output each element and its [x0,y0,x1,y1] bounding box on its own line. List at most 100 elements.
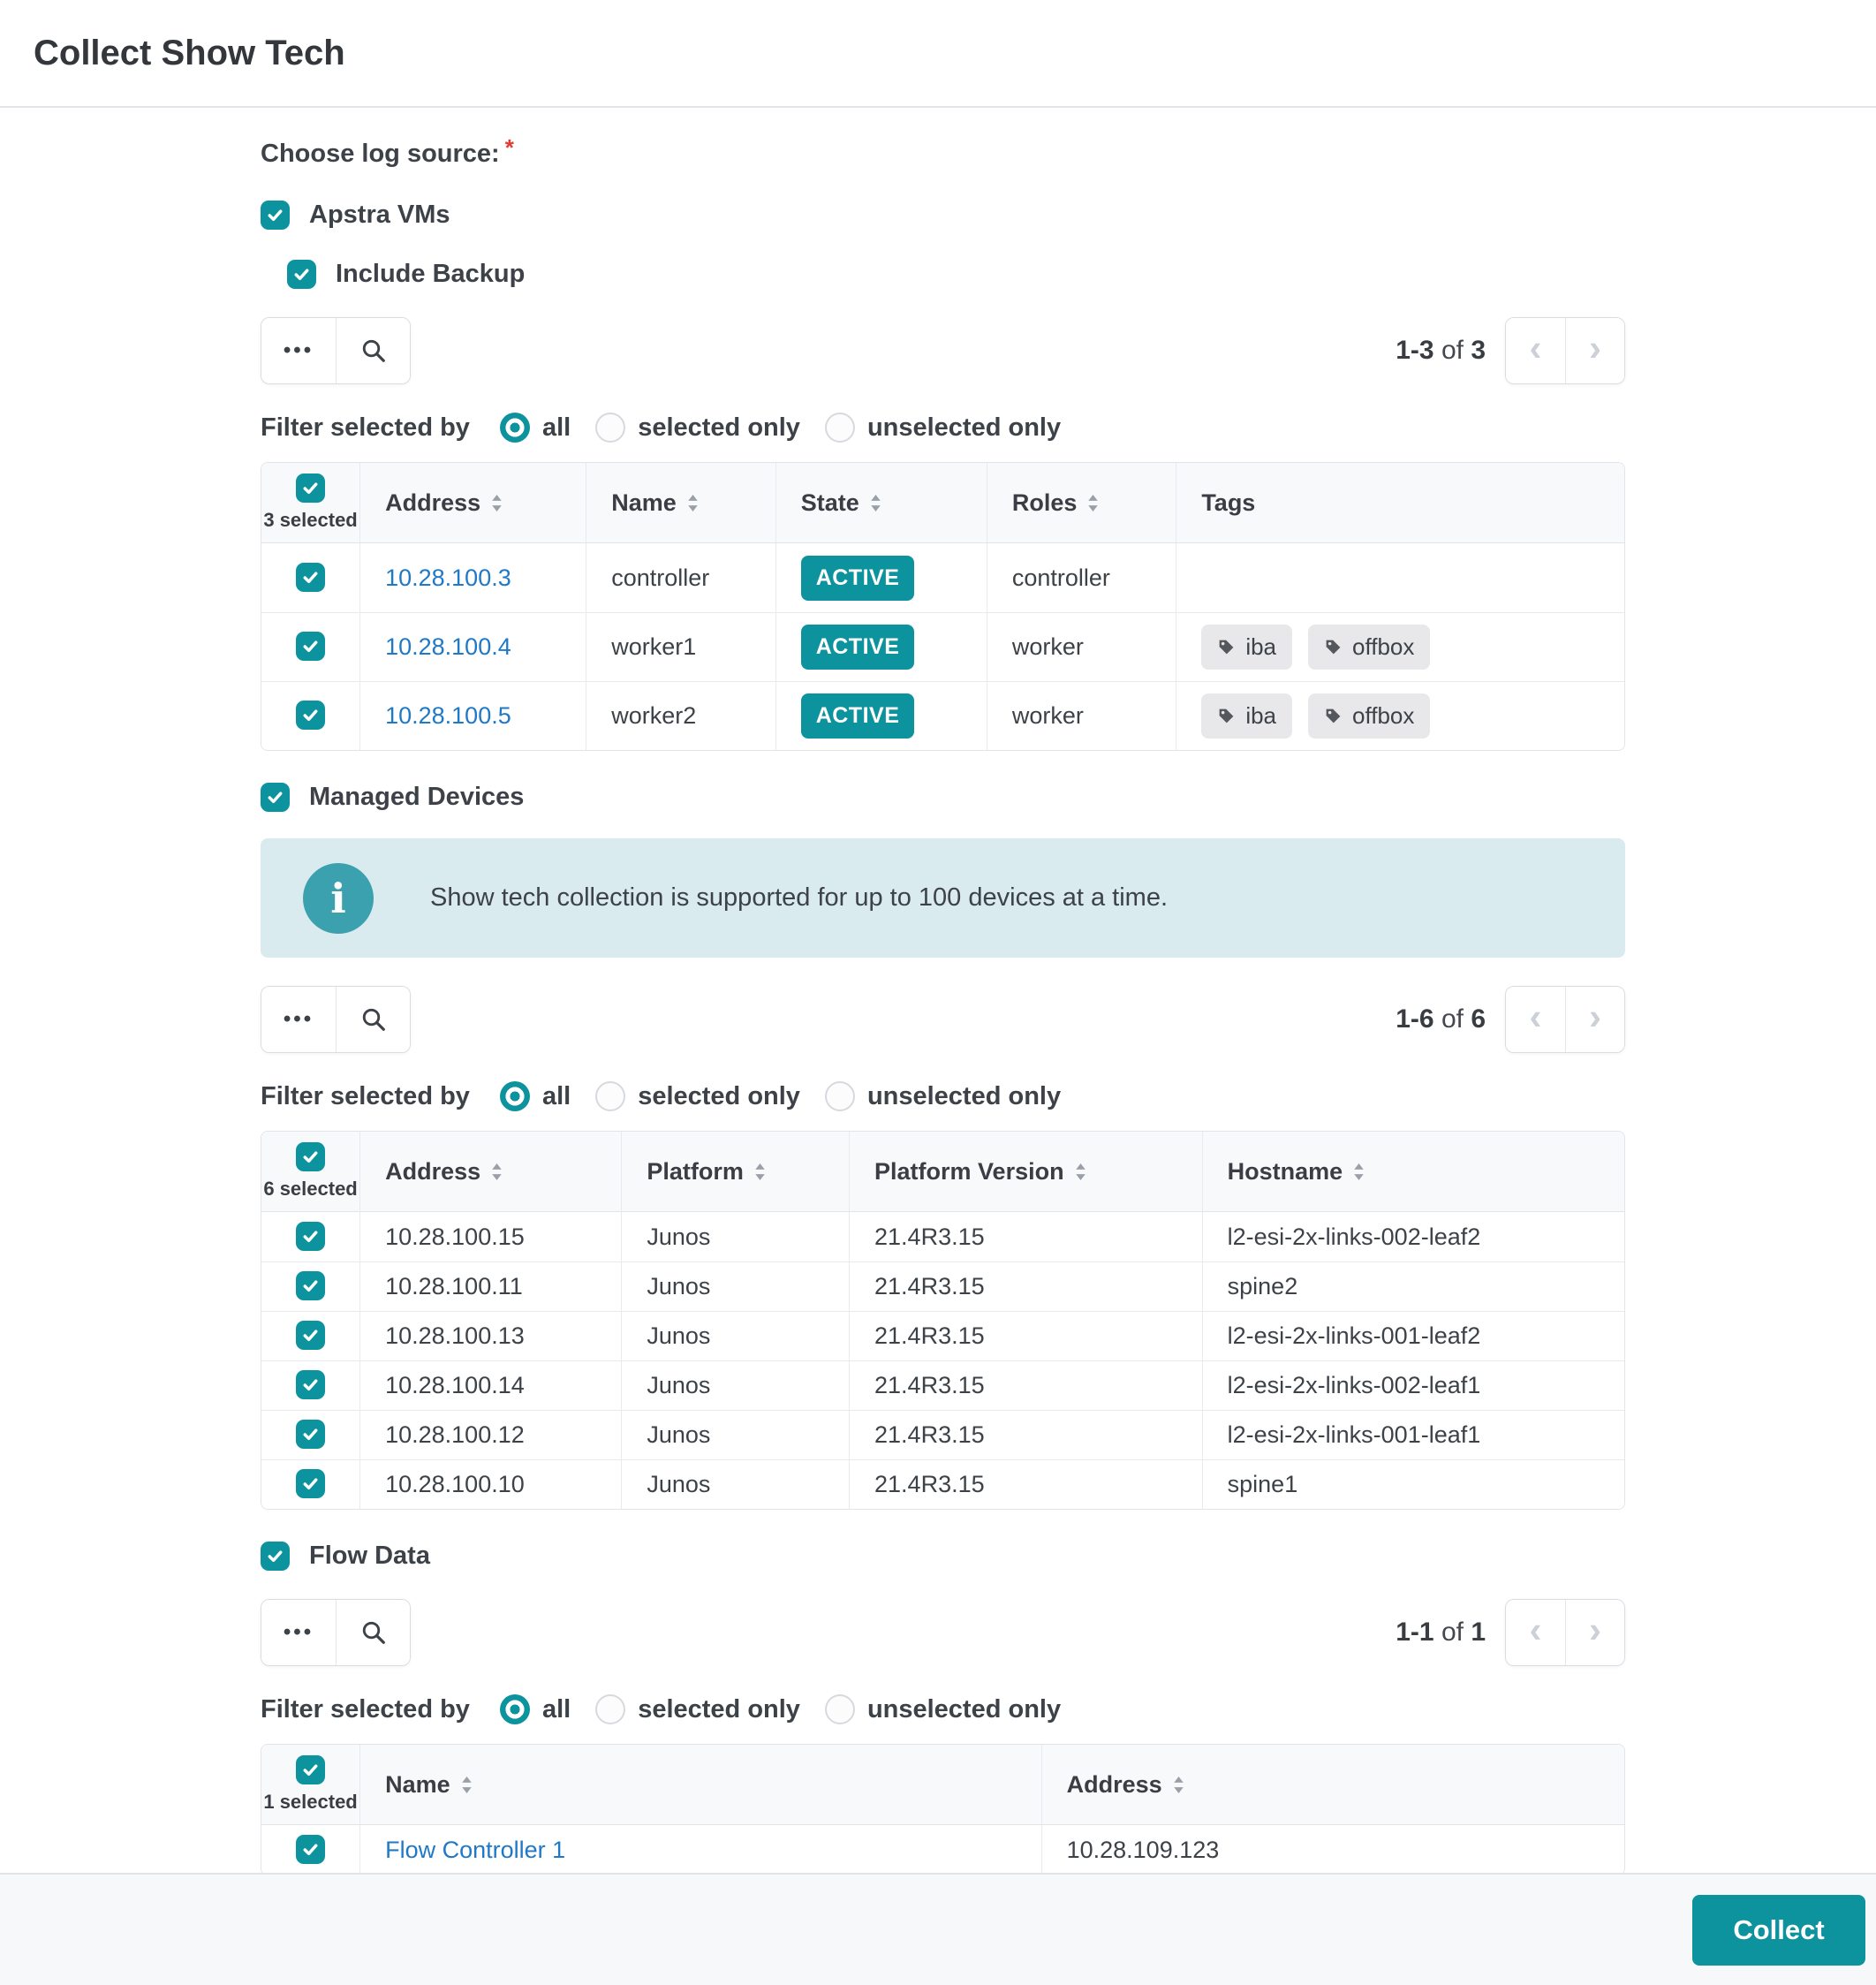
column-header-platform-version[interactable]: Platform Version [849,1132,1202,1212]
radio-all[interactable] [500,1081,530,1111]
more-actions-button[interactable]: ••• [261,987,336,1052]
check-icon [300,1375,321,1395]
column-header-name[interactable]: Name [586,463,775,543]
selected-count: 1 selected [263,1791,357,1814]
more-actions-button[interactable]: ••• [261,318,336,383]
filter-option-unselected-only[interactable]: unselected only [825,1081,1061,1111]
filter-option-all[interactable]: all [500,1694,571,1724]
column-header-name[interactable]: Name [359,1745,1041,1825]
select-all-checkbox[interactable] [296,1142,325,1171]
filter-option-selected-only[interactable]: selected only [595,1694,800,1724]
more-icon: ••• [284,1622,314,1643]
previous-page-button[interactable]: ‹ [1506,318,1565,383]
next-page-button[interactable]: › [1565,318,1624,383]
column-header-platform[interactable]: Platform [621,1132,849,1212]
address-cell: 10.28.109.123 [1041,1825,1624,1875]
filter-option-selected-only[interactable]: selected only [595,413,800,443]
tag-badge: offbox [1308,693,1430,739]
row-checkbox[interactable] [296,701,325,730]
radio-selected-only[interactable] [595,1081,625,1111]
next-page-button[interactable]: › [1565,1600,1624,1665]
platform-cell: Junos [621,1360,849,1410]
collect-button[interactable]: Collect [1692,1895,1865,1966]
managed-devices-checkbox-row: Managed Devices [261,783,1625,812]
tag-icon [1324,707,1343,725]
row-checkbox[interactable] [296,1271,325,1300]
platform-version-cell: 21.4R3.15 [849,1360,1202,1410]
row-checkbox-cell [261,1212,359,1261]
filter-label: Filter selected by [261,413,470,443]
sort-icon [1173,1776,1184,1794]
apstra-vms-checkbox[interactable] [261,201,290,230]
previous-page-button[interactable]: ‹ [1506,1600,1565,1665]
flow-data-table: 1 selected Name Address Flow Controller … [261,1744,1625,1875]
include-backup-checkbox[interactable] [287,260,316,289]
address-cell: 10.28.100.5 [359,681,586,750]
column-header-address[interactable]: Address [1041,1745,1624,1825]
flow-controller-link[interactable]: Flow Controller 1 [385,1837,565,1863]
column-header-address[interactable]: Address [359,463,586,543]
table-row: 10.28.100.14 Junos 21.4R3.15 l2-esi-2x-l… [261,1360,1624,1410]
pagination-buttons: ‹ › [1505,986,1625,1053]
footer-bar: Collect [0,1873,1876,1985]
hostname-cell: l2-esi-2x-links-002-leaf1 [1202,1360,1624,1410]
filter-option-selected-only[interactable]: selected only [595,1081,800,1111]
check-icon [300,1839,321,1860]
column-header-address[interactable]: Address [359,1132,621,1212]
row-checkbox[interactable] [296,1321,325,1350]
tags-cell [1176,543,1624,612]
address-link[interactable]: 10.28.100.5 [385,702,511,729]
filter-option-unselected-only[interactable]: unselected only [825,1694,1061,1724]
row-checkbox[interactable] [296,1222,325,1251]
flow-data-checkbox[interactable] [261,1542,290,1571]
row-checkbox[interactable] [296,632,325,661]
table-row: 10.28.100.12 Junos 21.4R3.15 l2-esi-2x-l… [261,1410,1624,1459]
hostname-cell: spine1 [1202,1459,1624,1509]
search-button[interactable] [336,318,410,383]
radio-unselected-only[interactable] [825,413,855,443]
filter-option-all[interactable]: all [500,413,571,443]
include-backup-checkbox-row: Include Backup [287,260,1625,289]
search-button[interactable] [336,987,410,1052]
row-checkbox[interactable] [296,1835,325,1864]
more-actions-button[interactable]: ••• [261,1600,336,1665]
row-checkbox[interactable] [296,1469,325,1498]
row-checkbox-cell [261,681,359,750]
managed-filter-row: Filter selected by all selected only uns… [261,1081,1625,1111]
managed-devices-checkbox[interactable] [261,783,290,812]
filter-option-all[interactable]: all [500,1081,571,1111]
row-checkbox[interactable] [296,1420,325,1449]
check-icon [300,705,321,725]
sort-icon [491,494,503,512]
table-row: 10.28.100.13 Junos 21.4R3.15 l2-esi-2x-l… [261,1311,1624,1360]
radio-selected-only[interactable] [595,1694,625,1724]
radio-unselected-only[interactable] [825,1081,855,1111]
table-row: 10.28.100.11 Junos 21.4R3.15 spine2 [261,1261,1624,1311]
address-link[interactable]: 10.28.100.4 [385,633,511,660]
search-button[interactable] [336,1600,410,1665]
select-all-checkbox[interactable] [296,1755,325,1784]
select-all-checkbox[interactable] [296,474,325,503]
column-header-hostname[interactable]: Hostname [1202,1132,1624,1212]
check-icon [300,636,321,656]
radio-all[interactable] [500,413,530,443]
address-link[interactable]: 10.28.100.3 [385,564,511,591]
chevron-left-icon: ‹ [1530,330,1542,367]
row-checkbox[interactable] [296,1370,325,1399]
tag-icon [1217,638,1236,656]
tags-cell: iba offbox [1176,681,1624,750]
radio-selected-only[interactable] [595,413,625,443]
column-header-roles[interactable]: Roles [987,463,1176,543]
required-asterisk: * [505,134,514,161]
radio-unselected-only[interactable] [825,1694,855,1724]
platform-cell: Junos [621,1410,849,1459]
next-page-button[interactable]: › [1565,987,1624,1052]
filter-option-unselected-only[interactable]: unselected only [825,413,1061,443]
column-header-state[interactable]: State [775,463,987,543]
check-icon [300,1424,321,1444]
previous-page-button[interactable]: ‹ [1506,987,1565,1052]
pagination-range: 1-6 of 6 [1396,1004,1486,1034]
radio-all[interactable] [500,1694,530,1724]
row-checkbox[interactable] [296,563,325,592]
address-cell: 10.28.100.15 [359,1212,621,1261]
